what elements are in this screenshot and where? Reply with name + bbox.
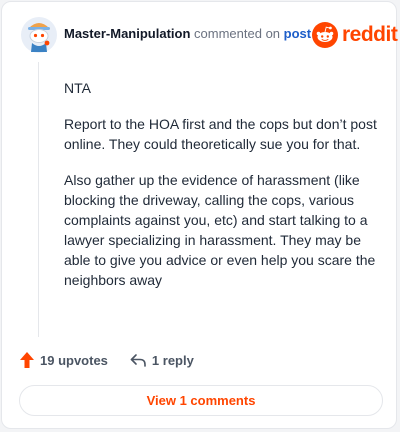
reddit-logo[interactable]: reddit: [312, 22, 398, 48]
reply-arrow-icon: [130, 354, 146, 367]
thread-line: [38, 62, 39, 337]
reddit-wordmark: reddit: [342, 23, 398, 46]
reply-button[interactable]: 1 reply: [130, 353, 194, 368]
comment-header: Master-Manipulation commented on post: [64, 26, 311, 41]
username-link[interactable]: Master-Manipulation: [64, 26, 190, 41]
upvote-button[interactable]: 19 upvotes: [20, 352, 108, 368]
action-text: commented on: [194, 26, 281, 41]
comment-body: NTA Report to the HOA first and the cops…: [64, 78, 382, 306]
user-avatar[interactable]: [20, 16, 58, 54]
snoo-avatar-icon: [21, 17, 57, 53]
view-comments-button[interactable]: View 1 comments: [19, 385, 383, 416]
comment-paragraph: Report to the HOA first and the cops but…: [64, 116, 377, 152]
upvote-count: 19 upvotes: [40, 352, 108, 368]
post-link[interactable]: post: [284, 26, 311, 41]
comment-actions: 19 upvotes 1 reply: [20, 350, 194, 370]
reply-count: 1 reply: [151, 352, 194, 368]
comment-paragraph: Also gather up the evidence of harassmen…: [64, 172, 376, 288]
comment-paragraph: NTA: [64, 80, 91, 96]
comment-card: Master-Manipulation commented on post re…: [1, 1, 398, 429]
upvote-arrow-icon: [20, 352, 34, 368]
reddit-snoo-icon: [312, 22, 338, 48]
